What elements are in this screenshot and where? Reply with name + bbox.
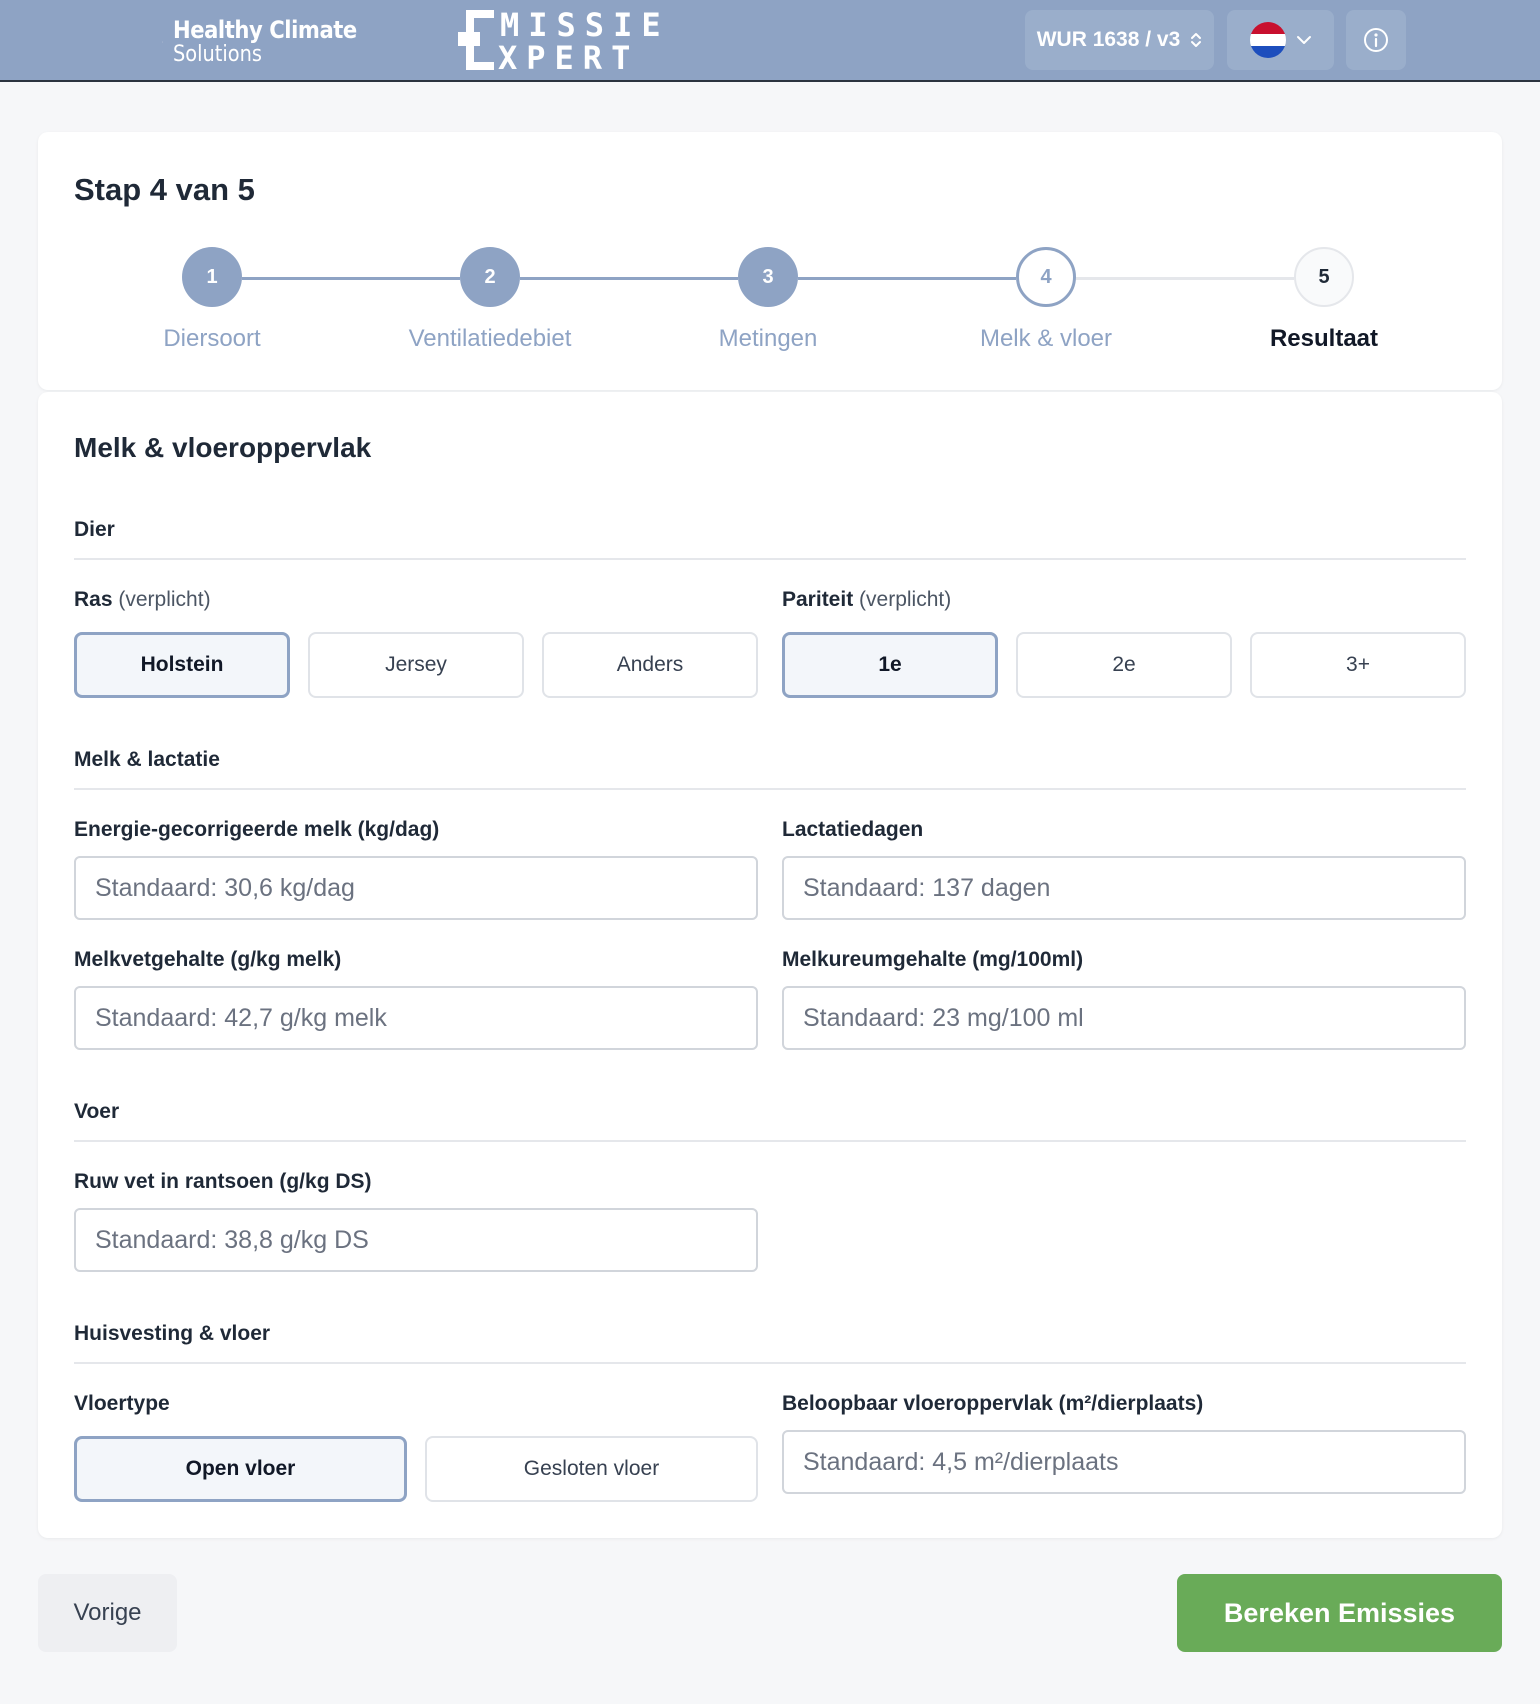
step-4-circle: 4 bbox=[1016, 247, 1076, 307]
pariteit-option-2e[interactable]: 2e bbox=[1016, 632, 1232, 698]
stepper-card: Stap 4 van 5 1 2 3 4 5 Diersoort Ventila… bbox=[38, 132, 1502, 390]
ruwvet-label: Ruw vet in rantsoen (g/kg DS) bbox=[74, 1170, 372, 1193]
step-2-label[interactable]: Ventilatiedebiet bbox=[370, 325, 610, 353]
ras-option-anders[interactable]: Anders bbox=[542, 632, 758, 698]
ras-label-text: Ras bbox=[74, 588, 113, 611]
form-title: Melk & vloeroppervlak bbox=[74, 432, 372, 463]
step-connector bbox=[1076, 277, 1294, 280]
calculate-emissions-button[interactable]: Bereken Emissies bbox=[1177, 1574, 1502, 1652]
ras-option-jersey[interactable]: Jersey bbox=[308, 632, 524, 698]
vloertype-label: Vloertype bbox=[74, 1392, 170, 1415]
language-selector[interactable] bbox=[1227, 10, 1334, 70]
info-icon bbox=[1364, 28, 1388, 52]
form-card: Melk & vloeroppervlak Dier Ras (verplich… bbox=[38, 392, 1502, 1538]
emissie-e-logo-icon bbox=[458, 10, 494, 70]
pariteit-option-3plus[interactable]: 3+ bbox=[1250, 632, 1466, 698]
ecm-input[interactable] bbox=[74, 856, 758, 920]
step-connector bbox=[798, 277, 1016, 280]
step-connector bbox=[520, 277, 738, 280]
version-label: WUR 1638 / v3 bbox=[1036, 28, 1181, 51]
pariteit-required-note: (verplicht) bbox=[859, 588, 952, 611]
ras-required-note: (verplicht) bbox=[118, 588, 211, 611]
melkureum-label: Melkureumgehalte (mg/100ml) bbox=[782, 948, 1084, 971]
chevron-updown-icon bbox=[1191, 33, 1202, 47]
step-3-circle[interactable]: 3 bbox=[738, 247, 798, 307]
pariteit-label: Pariteit (verplicht) bbox=[782, 588, 951, 612]
info-button[interactable] bbox=[1346, 10, 1406, 70]
ras-option-holstein[interactable]: Holstein bbox=[74, 632, 290, 698]
vloertype-option-gesloten[interactable]: Gesloten vloer bbox=[425, 1436, 758, 1502]
step-3-label[interactable]: Metingen bbox=[648, 325, 888, 353]
section-heading-voer: Voer bbox=[74, 1100, 1466, 1142]
vloertype-option-open[interactable]: Open vloer bbox=[74, 1436, 407, 1502]
step-title: Stap 4 van 5 bbox=[74, 172, 255, 207]
chevron-down-icon bbox=[1296, 36, 1311, 44]
melkvet-label: Melkvetgehalte (g/kg melk) bbox=[74, 948, 342, 971]
ruwvet-input[interactable] bbox=[74, 1208, 758, 1272]
lactatiedagen-input[interactable] bbox=[782, 856, 1466, 920]
section-heading-huisvesting: Huisvesting & vloer bbox=[74, 1322, 1466, 1364]
vloeroppervlak-label: Beloopbaar vloeroppervlak (m²/dierplaats… bbox=[782, 1392, 1204, 1415]
healthy-climate-logo[interactable]: Healthy Climate Solutions bbox=[162, 10, 382, 74]
lactatiedagen-label: Lactatiedagen bbox=[782, 818, 924, 841]
step-1-label[interactable]: Diersoort bbox=[92, 325, 332, 353]
globe-logo-icon bbox=[162, 41, 164, 43]
emissie-expert-logo[interactable]: MISSIE XPERT bbox=[458, 8, 661, 74]
vloeroppervlak-input[interactable] bbox=[782, 1430, 1466, 1494]
section-heading-dier: Dier bbox=[74, 518, 1466, 560]
step-connector bbox=[242, 277, 460, 280]
dutch-flag-icon bbox=[1249, 22, 1286, 58]
melkureum-input[interactable] bbox=[782, 986, 1466, 1050]
top-header: Healthy Climate Solutions MISSIE XPERT W… bbox=[0, 0, 1540, 82]
melkvet-input[interactable] bbox=[74, 986, 758, 1050]
previous-button[interactable]: Vorige bbox=[38, 1574, 177, 1652]
version-selector[interactable]: WUR 1638 / v3 bbox=[1025, 10, 1214, 70]
ras-label: Ras (verplicht) bbox=[74, 588, 211, 612]
step-5-circle: 5 bbox=[1294, 247, 1354, 307]
step-2-circle[interactable]: 2 bbox=[460, 247, 520, 307]
brand-expert-word: XPERT bbox=[498, 39, 640, 77]
section-heading-melk: Melk & lactatie bbox=[74, 748, 1466, 790]
step-5-label: Resultaat bbox=[1269, 325, 1379, 352]
pariteit-option-1e[interactable]: 1e bbox=[782, 632, 998, 698]
brand-emissie-word: MISSIE bbox=[500, 6, 670, 44]
brand-name-line1: Healthy Climate bbox=[173, 16, 357, 44]
step-4-label: Melk & vloer bbox=[979, 325, 1113, 352]
pariteit-label-text: Pariteit bbox=[782, 588, 854, 611]
ecm-label: Energie-gecorrigeerde melk (kg/dag) bbox=[74, 818, 440, 841]
step-1-circle[interactable]: 1 bbox=[182, 247, 242, 307]
brand-name-line2: Solutions bbox=[173, 42, 263, 67]
